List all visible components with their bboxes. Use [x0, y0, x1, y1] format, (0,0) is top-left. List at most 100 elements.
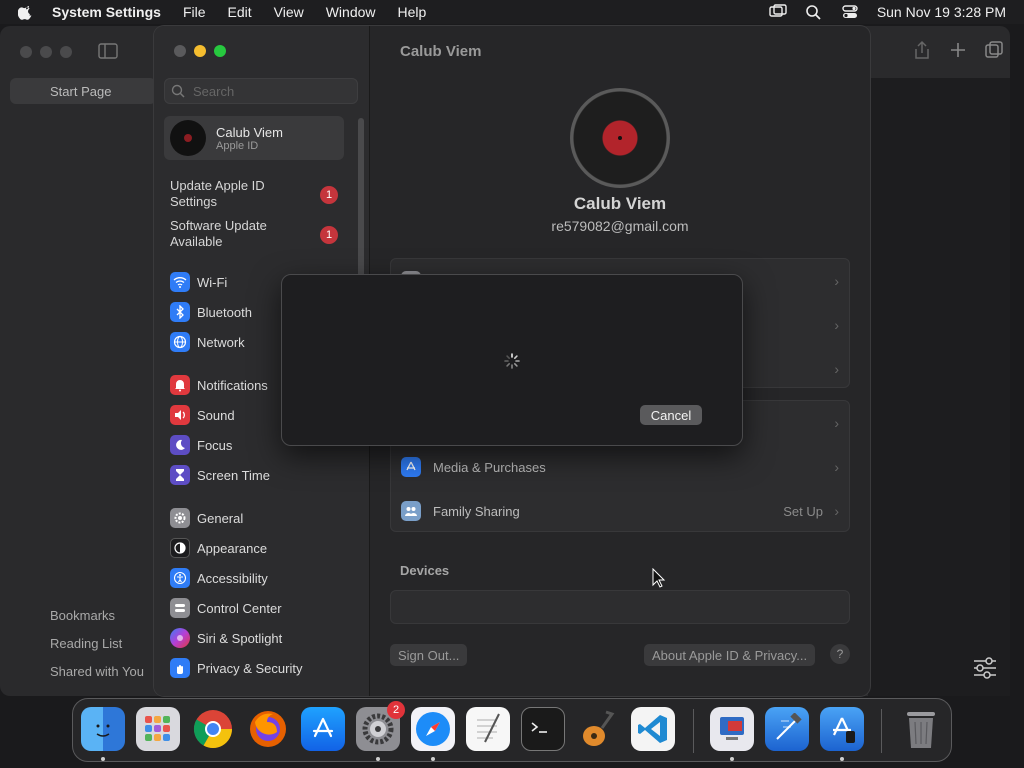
dock-trash[interactable]: [899, 707, 943, 751]
close-button[interactable]: [174, 45, 186, 57]
sidebar-item-screen-time[interactable]: Screen Time: [170, 464, 270, 486]
sidebar-item-sound[interactable]: Sound: [170, 404, 235, 426]
running-indicator: [730, 757, 734, 761]
menu-clock[interactable]: Sun Nov 19 3:28 PM: [877, 4, 1006, 20]
account-subtitle: Apple ID: [216, 139, 259, 152]
running-indicator: [840, 757, 844, 761]
help-button[interactable]: ?: [830, 644, 850, 664]
safari-start-page-tab[interactable]: Start Page: [10, 78, 156, 104]
trash-icon: [907, 712, 935, 748]
settings-search-field[interactable]: Search: [164, 78, 358, 104]
screen-mirroring-icon[interactable]: [769, 4, 787, 20]
sidebar-item-focus[interactable]: Focus: [170, 434, 232, 456]
sidebar-scrollbar[interactable]: [358, 118, 364, 286]
vscode-icon: [638, 715, 667, 743]
spotlight-search-icon[interactable]: [805, 4, 823, 20]
search-icon: [171, 84, 185, 98]
dock-safari[interactable]: [411, 707, 455, 751]
sidebar-item-accessibility[interactable]: Accessibility: [170, 567, 268, 589]
firefox-icon: [250, 711, 286, 747]
menu-window[interactable]: Window: [326, 4, 376, 20]
chevron-right-icon: ›: [834, 415, 839, 431]
apple-logo-icon[interactable]: [18, 4, 34, 20]
notice-badge: 1: [320, 226, 338, 244]
control-center-icon[interactable]: [841, 4, 859, 20]
page-title: Calub Viem: [400, 43, 482, 60]
software-update-notice[interactable]: Software Update Available 1: [170, 218, 350, 250]
sidebar-item-bluetooth[interactable]: Bluetooth: [170, 301, 252, 323]
sidebar-item-label: General: [197, 510, 244, 526]
sidebar-item-label: Focus: [197, 437, 233, 453]
dock-vscode[interactable]: [631, 707, 675, 751]
dock-firefox[interactable]: [246, 707, 290, 751]
sidebar-item-general[interactable]: General: [170, 507, 243, 529]
running-indicator: [431, 757, 435, 761]
about-apple-id-button[interactable]: About Apple ID & Privacy...: [644, 644, 816, 666]
sidebar-toggle-icon[interactable]: [98, 43, 118, 59]
devices-heading: Devices: [400, 563, 450, 578]
sign-out-button[interactable]: Sign Out...: [390, 644, 468, 666]
profile-email: re579082@gmail.com: [551, 218, 689, 234]
chevron-right-icon: ›: [834, 459, 839, 475]
sidebar-item-notifications[interactable]: Notifications: [170, 374, 268, 396]
app-store-icon: [401, 457, 421, 477]
menu-view[interactable]: View: [274, 4, 304, 20]
chevron-right-icon: ›: [834, 317, 839, 333]
customize-start-page-icon[interactable]: [972, 656, 998, 680]
sidebar-account-item[interactable]: Calub Viem Apple ID: [164, 116, 344, 160]
bookmarks-link[interactable]: Bookmarks: [50, 606, 144, 634]
menu-file[interactable]: File: [183, 4, 206, 20]
settings-row-family-sharing[interactable]: Family Sharing Set Up ›: [391, 489, 849, 533]
menu-app-name[interactable]: System Settings: [52, 4, 161, 20]
settings-row-media-purchases[interactable]: Media & Purchases ›: [391, 445, 849, 489]
dock-separator: [693, 709, 694, 753]
dock-simulator[interactable]: [820, 707, 864, 751]
safari-close-button[interactable]: [20, 46, 32, 58]
reading-list-link[interactable]: Reading List: [50, 634, 144, 662]
bell-icon: [170, 375, 190, 395]
hourglass-icon: [170, 465, 190, 485]
dock-launchpad[interactable]: [136, 707, 180, 751]
dock-garageband[interactable]: [576, 707, 620, 751]
zoom-button[interactable]: [214, 45, 226, 57]
sidebar-item-control-center[interactable]: Control Center: [170, 597, 282, 619]
sidebar-item-privacy-security[interactable]: Privacy & Security: [170, 657, 302, 679]
row-value: Set Up: [783, 503, 823, 519]
menu-help[interactable]: Help: [398, 4, 427, 20]
family-icon: [401, 501, 421, 521]
safari-minimize-button[interactable]: [40, 46, 52, 58]
update-apple-id-label: Update Apple ID Settings: [170, 178, 265, 209]
dock-finder[interactable]: [81, 707, 125, 751]
dock-textedit[interactable]: [466, 707, 510, 751]
profile-avatar[interactable]: [570, 88, 670, 188]
share-icon[interactable]: [912, 40, 932, 60]
shared-with-you-link[interactable]: Shared with You: [50, 662, 144, 690]
finder-icon: [96, 724, 110, 737]
dock-separator: [881, 709, 882, 753]
safari-compass-icon: [416, 712, 450, 746]
dock-app-store[interactable]: [301, 707, 345, 751]
safari-zoom-button[interactable]: [60, 46, 72, 58]
tab-overview-icon[interactable]: [984, 40, 1004, 60]
sidebar-item-label: Bluetooth: [197, 304, 252, 320]
sidebar-item-siri-spotlight[interactable]: Siri & Spotlight: [170, 627, 282, 649]
sidebar-item-wifi[interactable]: Wi-Fi: [170, 271, 227, 293]
new-tab-icon[interactable]: [948, 40, 968, 60]
update-apple-id-notice[interactable]: Update Apple ID Settings 1: [170, 178, 350, 210]
dock-xcode[interactable]: [765, 707, 809, 751]
sidebar-item-appearance[interactable]: Appearance: [170, 537, 267, 559]
loading-spinner-icon: [504, 353, 520, 369]
dock-terminal[interactable]: [521, 707, 565, 751]
cancel-button[interactable]: Cancel: [640, 405, 702, 425]
moon-icon: [170, 435, 190, 455]
dock-remote-desktop[interactable]: [710, 707, 754, 751]
sidebar-item-network[interactable]: Network: [170, 331, 245, 353]
sidebar-item-label: Siri & Spotlight: [197, 630, 283, 646]
software-update-label: Software Update Available: [170, 218, 267, 249]
menu-edit[interactable]: Edit: [228, 4, 252, 20]
dock-chrome[interactable]: [191, 707, 235, 751]
launchpad-icon: [145, 716, 170, 741]
minimize-button[interactable]: [194, 45, 206, 57]
hand-icon: [170, 658, 190, 678]
sidebar-item-label: Wi-Fi: [197, 274, 228, 290]
